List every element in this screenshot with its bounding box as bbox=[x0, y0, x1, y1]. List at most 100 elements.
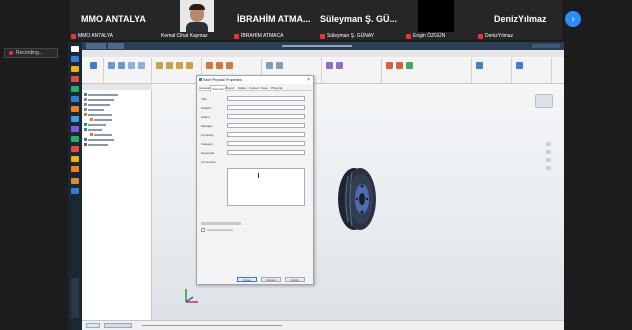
nav-orbit-icon[interactable] bbox=[546, 158, 551, 162]
os-taskbar bbox=[68, 42, 82, 330]
plane-icon[interactable] bbox=[206, 62, 213, 69]
title-tab[interactable] bbox=[108, 43, 124, 49]
participant-name: MMO ANTALYA bbox=[81, 14, 146, 24]
extrude-icon[interactable] bbox=[108, 62, 115, 69]
nav-zoom-icon[interactable] bbox=[546, 150, 551, 154]
company-field[interactable]: MMO/ADD bbox=[227, 132, 305, 147]
app-icon[interactable] bbox=[71, 166, 79, 172]
system-tray bbox=[71, 278, 79, 318]
manager-field[interactable] bbox=[227, 123, 305, 128]
apply-button[interactable]: Apply bbox=[285, 277, 305, 282]
keywords-field[interactable] bbox=[227, 150, 305, 155]
nav-lookat-icon[interactable] bbox=[546, 166, 551, 170]
tree-item[interactable] bbox=[94, 119, 112, 121]
app-icon[interactable] bbox=[71, 56, 79, 62]
window-controls[interactable] bbox=[532, 44, 560, 48]
app-icon[interactable] bbox=[71, 156, 79, 162]
app-icon[interactable] bbox=[71, 126, 79, 132]
next-page-button[interactable]: › bbox=[565, 11, 581, 27]
nav-pan-icon[interactable] bbox=[546, 142, 551, 146]
ribbon-group bbox=[382, 58, 472, 84]
tab-custom[interactable]: Custom bbox=[249, 85, 259, 91]
title-tab[interactable] bbox=[86, 43, 106, 49]
app-icon[interactable] bbox=[71, 76, 79, 82]
shape-generator-icon[interactable] bbox=[476, 62, 483, 69]
tab-project[interactable]: Project bbox=[225, 85, 234, 91]
mirror-icon[interactable] bbox=[276, 62, 283, 69]
author-field[interactable]: Emre bbox=[227, 114, 305, 129]
tree-item[interactable] bbox=[88, 94, 118, 96]
tree-item[interactable] bbox=[88, 109, 104, 111]
browser-header bbox=[82, 84, 152, 90]
surface-icon[interactable] bbox=[336, 62, 343, 69]
hole-icon[interactable] bbox=[156, 62, 163, 69]
comments-textarea[interactable] bbox=[227, 168, 305, 206]
participant-name: İBRAHİM ATMA... bbox=[237, 14, 311, 24]
ribbon-tabs bbox=[82, 50, 564, 57]
author-label: Author bbox=[201, 115, 210, 119]
feature-icon bbox=[84, 138, 87, 141]
tab-physical[interactable]: Physical bbox=[271, 85, 282, 91]
tree-item[interactable] bbox=[88, 114, 112, 116]
tab-general[interactable]: General bbox=[199, 85, 210, 91]
subject-field[interactable] bbox=[227, 105, 305, 110]
shell-icon[interactable] bbox=[186, 62, 193, 69]
close-button[interactable]: Close bbox=[237, 277, 257, 282]
zoom-icon[interactable] bbox=[71, 188, 79, 194]
ribbon-group bbox=[104, 58, 152, 84]
app-icon[interactable] bbox=[71, 116, 79, 122]
model-browser bbox=[82, 84, 152, 320]
stitch-icon[interactable] bbox=[386, 62, 393, 69]
close-icon[interactable]: × bbox=[307, 76, 310, 84]
app-icon[interactable] bbox=[71, 146, 79, 152]
tree-item[interactable] bbox=[88, 124, 106, 126]
inventor-icon[interactable] bbox=[71, 178, 79, 184]
fillet-icon[interactable] bbox=[166, 62, 173, 69]
start-2d-sketch-icon[interactable] bbox=[90, 62, 97, 69]
loft-icon[interactable] bbox=[128, 62, 135, 69]
start-icon[interactable] bbox=[71, 46, 79, 52]
category-label: Category bbox=[201, 142, 214, 146]
convert-icon[interactable] bbox=[406, 62, 413, 69]
app-titlebar bbox=[82, 42, 564, 50]
tab-save[interactable]: Save bbox=[261, 85, 268, 91]
tree-item[interactable] bbox=[94, 134, 112, 136]
chamfer-icon[interactable] bbox=[176, 62, 183, 69]
folder-icon[interactable] bbox=[71, 66, 79, 72]
tree-item[interactable] bbox=[88, 129, 102, 131]
document-tabs bbox=[142, 325, 282, 326]
sculpt-icon[interactable] bbox=[396, 62, 403, 69]
home-tab[interactable] bbox=[86, 323, 100, 328]
recording-indicator[interactable]: Recording... bbox=[4, 48, 58, 58]
sweep-icon[interactable] bbox=[138, 62, 145, 69]
pulley-model[interactable] bbox=[334, 166, 378, 232]
participant-label: Süleyman Ş. GÜNAY bbox=[320, 32, 374, 40]
viewcube[interactable] bbox=[535, 94, 553, 108]
app-icon[interactable] bbox=[71, 86, 79, 92]
tree-item[interactable] bbox=[88, 99, 114, 101]
convert-sheet-metal-icon[interactable] bbox=[516, 62, 523, 69]
title-label: Title bbox=[201, 97, 207, 101]
app-icon[interactable] bbox=[71, 96, 79, 102]
freeform-icon[interactable] bbox=[326, 62, 333, 69]
save-preview-checkbox[interactable] bbox=[201, 228, 205, 232]
title-field[interactable] bbox=[227, 96, 305, 101]
app-icon[interactable] bbox=[71, 106, 79, 112]
app-icon[interactable] bbox=[71, 136, 79, 142]
tab-status[interactable]: Status bbox=[238, 85, 247, 91]
axis-icon[interactable] bbox=[216, 62, 223, 69]
sketch-icon bbox=[84, 113, 87, 116]
document-tab[interactable] bbox=[104, 323, 132, 328]
participant-video bbox=[418, 0, 454, 32]
pattern-icon[interactable] bbox=[266, 62, 273, 69]
ribbon-group bbox=[84, 58, 104, 84]
point-icon[interactable] bbox=[226, 62, 233, 69]
tree-item[interactable] bbox=[88, 104, 110, 106]
manager-row: Manager bbox=[201, 123, 309, 129]
tree-item[interactable] bbox=[88, 139, 114, 141]
revolve-icon[interactable] bbox=[118, 62, 125, 69]
cancel-button[interactable]: Cancel bbox=[261, 277, 281, 282]
tree-item[interactable] bbox=[88, 144, 108, 146]
ribbon-group bbox=[152, 58, 202, 84]
category-field[interactable] bbox=[227, 141, 305, 146]
